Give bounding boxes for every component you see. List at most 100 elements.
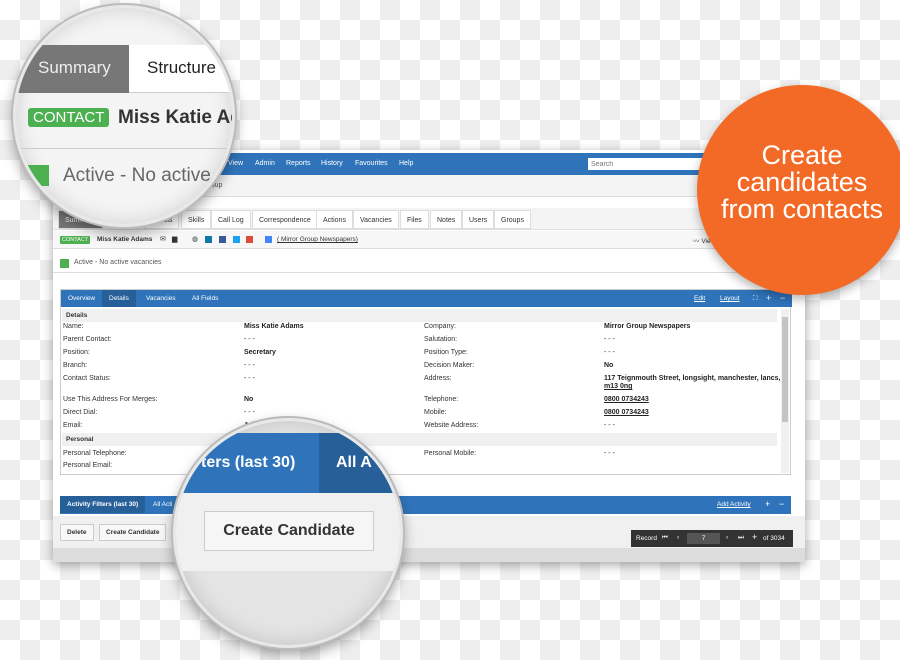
field-label: Direct Dial: [63, 409, 98, 416]
field-label: Company: [424, 323, 456, 330]
edit-link[interactable]: Edit [687, 290, 712, 307]
field-label: Email: [63, 422, 83, 429]
nav-history[interactable]: History [321, 160, 343, 167]
field-value[interactable]: m13 0ng [604, 383, 632, 390]
callout-line: Create [761, 140, 843, 170]
panel-header: Overview Details Vacancies All Fields Ed… [61, 290, 792, 307]
tab-actions[interactable]: Actions [316, 210, 353, 229]
nav-admin[interactable]: Admin [255, 160, 275, 167]
mag-contact-badge: CONTACT [28, 108, 110, 127]
add-activity-link[interactable]: Add Activity [710, 496, 758, 513]
delete-button[interactable]: Delete [60, 524, 94, 541]
status-text: Active - No active vacancies [74, 259, 162, 266]
last-record-icon[interactable]: ⏭ [738, 534, 744, 542]
collapse-icon[interactable]: − [772, 496, 791, 513]
panel-tab-details[interactable]: Details [102, 290, 136, 307]
twitter-icon[interactable] [233, 236, 240, 243]
field-value: - - - [244, 336, 255, 343]
tab-vacancies[interactable]: Vacancies [353, 210, 399, 229]
scrollbar-thumb[interactable] [782, 317, 788, 422]
create-candidate-button[interactable]: Create Candidate [99, 524, 167, 541]
field-label: Personal Email: [63, 462, 113, 469]
tab-call-log[interactable]: Call Log [211, 210, 251, 229]
details-panel: Overview Details Vacancies All Fields Ed… [60, 289, 792, 475]
magnifier-top: Summary Structure CONTACT Miss Katie Ad … [13, 5, 235, 227]
callout-bubble: Create candidates from contacts [697, 85, 900, 295]
tab-notes[interactable]: Notes [430, 210, 463, 229]
scrollbar[interactable] [781, 309, 789, 473]
first-record-icon[interactable]: ⏮ [662, 534, 668, 542]
field-value: - - - [604, 349, 615, 356]
tab-skills[interactable]: Skills [181, 210, 212, 229]
field-value: Mirror Group Newspapers [604, 323, 691, 330]
field-value: 117 Teignmouth Street, longsight, manche… [604, 375, 781, 382]
nav-help[interactable]: Help [399, 160, 413, 167]
email-icon[interactable]: ✉ [160, 235, 166, 243]
next-record-icon[interactable]: › [726, 534, 728, 541]
field-label: Contact Status: [63, 375, 111, 382]
callout-line: candidates [736, 167, 868, 197]
field-value: No [604, 362, 614, 369]
field-value: No [244, 396, 254, 403]
field-label: Decision Maker: [424, 362, 475, 369]
panel-tab-overview[interactable]: Overview [61, 290, 102, 307]
tab-users[interactable]: Users [462, 210, 495, 229]
activity-filters-tab[interactable]: Activity Filters (last 30) [60, 496, 146, 513]
google-icon[interactable] [265, 236, 272, 243]
nav-favourites[interactable]: Favourites [355, 160, 388, 167]
field-label: Branch: [63, 362, 88, 369]
panel-tab-all-fields[interactable]: All Fields [185, 290, 225, 307]
record-navigator: Record ⏮ ‹ 7 › ⏭ + of 3034 [631, 530, 793, 547]
field-label: Use This Address For Merges: [63, 396, 158, 403]
tab-files[interactable]: Files [400, 210, 429, 229]
nav-view[interactable]: View [228, 160, 243, 167]
search-input[interactable] [588, 158, 708, 170]
web-icon[interactable]: ◍ [192, 235, 198, 243]
facebook-icon[interactable] [219, 236, 226, 243]
field-value: - - - [244, 375, 255, 382]
prev-record-icon[interactable]: ‹ [677, 534, 679, 541]
company-link[interactable]: ( Mirror Group Newspapers) [277, 236, 358, 243]
field-label: Address: [424, 375, 452, 382]
contact-badge: CONTACT [60, 236, 91, 244]
field-label: Telephone: [424, 396, 459, 403]
mag-status-text: Active - No active [63, 165, 211, 186]
mag-tab-structure-label: Structure [147, 58, 216, 77]
magnifier-bottom: ters (last 30) All A Create Candidate [173, 418, 403, 648]
record-number-input[interactable]: 7 [687, 533, 720, 544]
mag-all-tab-label: All A [336, 454, 372, 471]
field-label: Mobile: [424, 409, 447, 416]
field-value: 0800 0734243 [604, 409, 649, 416]
panel-tab-vacancies[interactable]: Vacancies [139, 290, 183, 307]
contact-header: CONTACT Miss Katie Adams ✉ ▆ ◍ ( Mirror … [53, 231, 805, 249]
footer [53, 548, 805, 562]
linkedin-icon[interactable] [205, 236, 212, 243]
status-row: Active - No active vacancies [53, 254, 805, 273]
googleplus-icon[interactable] [246, 236, 253, 243]
section-personal: Personal [62, 433, 777, 446]
field-value: - - - [604, 422, 615, 429]
mag-activity-tab-label: ters (last 30) [201, 454, 296, 471]
contact-name: Miss Katie Adams [97, 236, 153, 243]
section-details: Details [62, 309, 777, 322]
activity-bar: Activity Filters (last 30) All Acti Add … [60, 496, 791, 514]
tab-correspondence[interactable]: Correspondence [252, 210, 318, 229]
tab-groups[interactable]: Groups [494, 210, 531, 229]
field-value: - - - [244, 409, 255, 416]
nav-reports[interactable]: Reports [286, 160, 311, 167]
mag-divider [16, 148, 232, 149]
callout-line: from contacts [720, 194, 884, 224]
field-value: - - - [604, 450, 615, 457]
field-value: Secretary [244, 349, 276, 356]
mag-contact-name: Miss Katie Ad [118, 107, 235, 128]
field-label: Personal Mobile: [424, 450, 477, 457]
trend-icon: 〰 [693, 238, 700, 245]
sms-icon[interactable]: ▆ [172, 235, 177, 243]
field-label: Personal Telephone: [63, 450, 127, 457]
layout-link[interactable]: Layout [713, 290, 747, 307]
field-label: Name: [63, 323, 84, 330]
field-label: Website Address: [424, 422, 479, 429]
add-record-icon[interactable]: + [752, 532, 757, 542]
field-value: Miss Katie Adams [244, 323, 304, 330]
mag-status-indicator [28, 165, 49, 186]
